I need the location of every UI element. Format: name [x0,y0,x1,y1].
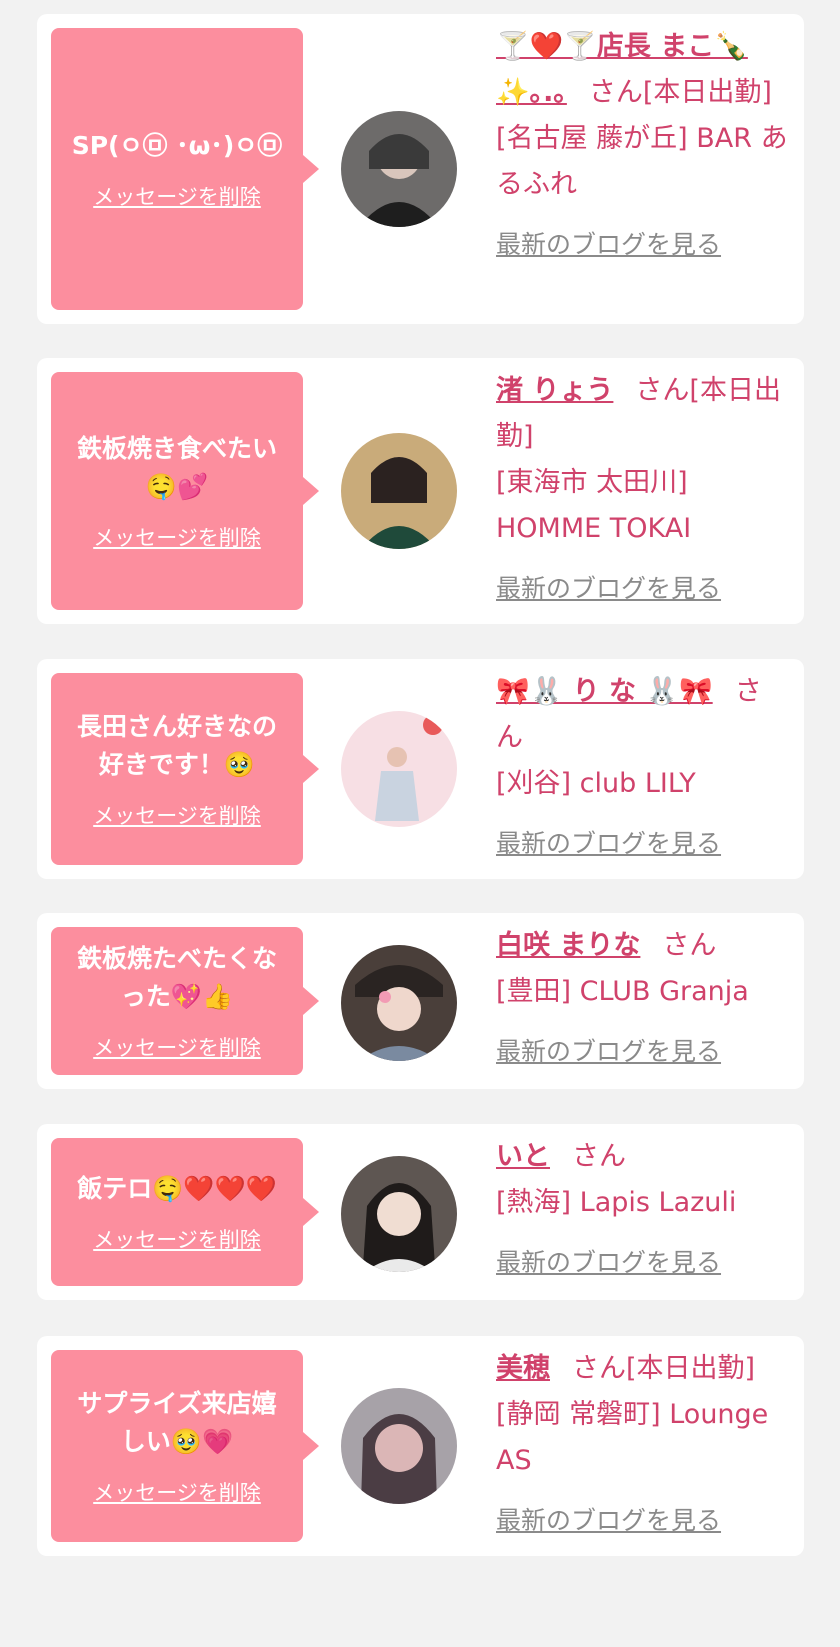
cast-name-link[interactable]: いと [496,1141,550,1172]
message-card: 鉄板焼たべたくなった💖👍 メッセージを削除 白咲 まりな さん [豊田] CLUB… [37,913,804,1089]
message-bubble: 鉄板焼き食べたい🤤💕 メッセージを削除 [51,372,319,610]
cast-info: 美穂 さん[本日出勤] [静岡 常磐町] Lounge AS 最新のブログを見る [496,1346,788,1544]
cast-name-link[interactable]: 🎀🐰 り な 🐰🎀 [496,676,713,707]
latest-blog-link[interactable]: 最新のブログを見る [496,222,721,268]
cast-info: 🍸❤️🍸店長 まこ🍾✨｡.｡ さん[本日出勤] [名古屋 藤が丘] BAR あるふ… [496,24,788,268]
message-text: 飯テロ🤤❤️❤️❤️ [77,1174,277,1203]
message-card: 飯テロ🤤❤️❤️❤️ メッセージを削除 いと さん [熱海] Lapis Lazu… [37,1124,804,1300]
honorific-label: さん [662,930,717,961]
avatar[interactable] [341,1156,457,1272]
message-text: 鉄板焼たべたくなった💖👍 [76,944,277,1011]
shop-name: [熱海] Lapis Lazuli [496,1187,737,1218]
message-text: 鉄板焼き食べたい🤤💕 [76,434,277,501]
delete-message-link[interactable]: メッセージを削除 [93,800,261,830]
cast-info: いと さん [熱海] Lapis Lazuli 最新のブログを見る [496,1134,788,1286]
message-bubble: 長田さん好きなの好きです！🥹 メッセージを削除 [51,673,319,865]
latest-blog-link[interactable]: 最新のブログを見る [496,1029,721,1075]
honorific-label: さん[本日出勤] [588,77,772,108]
avatar[interactable] [341,711,457,827]
delete-message-link[interactable]: メッセージを削除 [93,1032,261,1062]
latest-blog-link[interactable]: 最新のブログを見る [496,1498,721,1544]
avatar[interactable] [341,945,457,1061]
shop-name: [名古屋 藤が丘] BAR あるふれ [496,123,788,200]
delete-message-link[interactable]: メッセージを削除 [93,1477,261,1507]
delete-message-link[interactable]: メッセージを削除 [93,1224,261,1254]
latest-blog-link[interactable]: 最新のブログを見る [496,821,721,867]
cast-info: 渚 りょう さん[本日出勤] [東海市 太田川] HOMME TOKAI 最新のブ… [496,368,788,612]
delete-message-link[interactable]: メッセージを削除 [93,522,261,552]
honorific-label: さん[本日出勤] [572,1353,756,1384]
cast-info: 白咲 まりな さん [豊田] CLUB Granja 最新のブログを見る [496,923,788,1075]
message-text: SP(ㅇ㉤ ･ω･)ㅇ㉤ [71,131,283,160]
honorific-label: さん [572,1141,626,1172]
cast-name-link[interactable]: 白咲 まりな [496,930,640,961]
message-text: 長田さん好きなの好きです！🥹 [76,712,277,779]
message-card: サプライズ来店嬉しい🥹💗 メッセージを削除 美穂 さん[本日出勤] [静岡 常磐町… [37,1336,804,1556]
cast-name-link[interactable]: 美穂 [496,1353,550,1384]
shop-name: [刈谷] club LILY [496,768,696,799]
message-card: SP(ㅇ㉤ ･ω･)ㅇ㉤ メッセージを削除 🍸❤️🍸店長 まこ🍾✨｡.｡ さん[本… [37,14,804,324]
cast-info: 🎀🐰 り な 🐰🎀 さん [刈谷] club LILY 最新のブログを見る [496,669,788,867]
message-bubble: 飯テロ🤤❤️❤️❤️ メッセージを削除 [51,1138,319,1286]
latest-blog-link[interactable]: 最新のブログを見る [496,1240,721,1286]
avatar[interactable] [341,111,457,227]
message-card: 鉄板焼き食べたい🤤💕 メッセージを削除 渚 りょう さん[本日出勤] [東海市 太… [37,358,804,624]
message-text: サプライズ来店嬉しい🥹💗 [77,1389,277,1456]
shop-name: [東海市 太田川] HOMME TOKAI [496,467,692,544]
delete-message-link[interactable]: メッセージを削除 [93,181,261,211]
latest-blog-link[interactable]: 最新のブログを見る [496,566,721,612]
message-bubble: SP(ㅇ㉤ ･ω･)ㅇ㉤ メッセージを削除 [51,28,319,310]
message-bubble: サプライズ来店嬉しい🥹💗 メッセージを削除 [51,1350,319,1542]
shop-name: [豊田] CLUB Granja [496,976,749,1007]
message-list: SP(ㅇ㉤ ･ω･)ㅇ㉤ メッセージを削除 🍸❤️🍸店長 まこ🍾✨｡.｡ さん[本… [0,0,840,1647]
message-card: 長田さん好きなの好きです！🥹 メッセージを削除 🎀🐰 り な 🐰🎀 さん [刈谷]… [37,659,804,879]
cast-name-link[interactable]: 渚 りょう [496,375,613,406]
shop-name: [静岡 常磐町] Lounge AS [496,1399,769,1476]
avatar[interactable] [341,433,457,549]
message-bubble: 鉄板焼たべたくなった💖👍 メッセージを削除 [51,927,319,1075]
avatar[interactable] [341,1388,457,1504]
